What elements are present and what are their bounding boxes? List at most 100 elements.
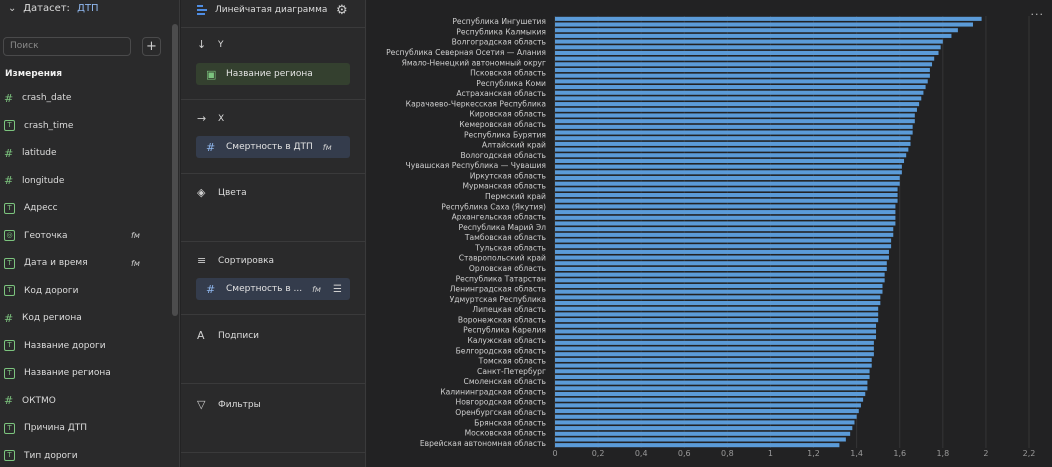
add-field-button[interactable]: + <box>142 37 161 56</box>
bar[interactable] <box>555 278 885 283</box>
bar[interactable] <box>555 306 879 311</box>
field-item[interactable]: T Тип дороги <box>4 447 154 465</box>
bar[interactable] <box>555 431 851 436</box>
bar[interactable] <box>555 28 958 33</box>
field-item[interactable]: # crash_date <box>4 89 154 107</box>
bar[interactable] <box>555 346 874 351</box>
field-item[interactable]: Tcrash_time <box>4 117 154 135</box>
bar[interactable] <box>555 50 939 55</box>
bar[interactable] <box>555 193 898 198</box>
bar[interactable] <box>555 244 892 249</box>
bar[interactable] <box>555 79 928 84</box>
bar[interactable] <box>555 90 924 95</box>
bar[interactable] <box>555 113 915 118</box>
bar[interactable] <box>555 369 870 374</box>
sort-field-chip[interactable]: # Смертность в ... fм ☰ <box>196 278 350 300</box>
bar[interactable] <box>555 380 868 385</box>
bar[interactable] <box>555 437 846 442</box>
bar[interactable] <box>555 426 853 431</box>
field-item[interactable]: ◎ Геоточка fм <box>4 227 154 245</box>
bar[interactable] <box>555 164 902 169</box>
bar[interactable] <box>555 221 896 226</box>
bar[interactable] <box>555 170 902 175</box>
bar[interactable] <box>555 272 885 277</box>
bar[interactable] <box>555 181 900 186</box>
bar[interactable] <box>555 56 935 61</box>
bar[interactable] <box>555 318 879 323</box>
bar[interactable] <box>555 210 896 215</box>
bar[interactable] <box>555 391 866 397</box>
bar[interactable] <box>555 414 857 419</box>
bar[interactable] <box>555 312 879 317</box>
bar[interactable] <box>555 323 877 328</box>
bar[interactable] <box>555 420 855 425</box>
bar[interactable] <box>555 85 926 90</box>
bar[interactable] <box>555 374 870 379</box>
section-colors-label[interactable]: Цвета <box>218 188 247 198</box>
bar[interactable] <box>555 16 982 21</box>
bar[interactable] <box>555 238 892 243</box>
x-field-chip[interactable]: # Смертность в ДТП fм <box>196 136 350 158</box>
dataset-name[interactable]: ДТП <box>77 3 98 14</box>
bar[interactable] <box>555 67 930 73</box>
bar[interactable] <box>555 232 894 237</box>
bar[interactable] <box>555 153 907 158</box>
bar[interactable] <box>555 119 915 124</box>
bar[interactable] <box>555 295 881 300</box>
bar[interactable] <box>555 227 894 232</box>
bar[interactable] <box>555 147 909 152</box>
field-item[interactable]: T Код дороги <box>4 282 154 300</box>
bar[interactable] <box>555 22 973 27</box>
bar[interactable] <box>555 255 889 260</box>
field-item[interactable]: T Название дороги <box>4 337 154 355</box>
bar[interactable] <box>555 175 900 181</box>
bar[interactable] <box>555 335 877 340</box>
bar[interactable] <box>555 397 864 402</box>
bar[interactable] <box>555 443 840 448</box>
bar[interactable] <box>555 102 920 107</box>
bar[interactable] <box>555 386 868 391</box>
bar[interactable] <box>555 130 913 135</box>
bar[interactable] <box>555 249 889 254</box>
bar[interactable] <box>555 301 881 306</box>
field-item[interactable]: # longitude <box>4 172 154 190</box>
field-item[interactable]: # ОКТМО <box>4 392 154 410</box>
bar[interactable] <box>555 215 896 220</box>
bar[interactable] <box>555 73 930 78</box>
section-filters-label[interactable]: Фильтры <box>218 400 261 410</box>
bar[interactable] <box>555 45 941 50</box>
scrollbar[interactable] <box>172 24 178 316</box>
bar[interactable] <box>555 409 859 414</box>
gear-icon[interactable]: ⚙ <box>336 3 348 18</box>
y-field-chip[interactable]: ▣ Название региона <box>196 63 350 85</box>
bar[interactable] <box>555 289 883 294</box>
sort-direction-icon[interactable]: ☰ <box>333 284 342 295</box>
bar[interactable] <box>555 96 922 101</box>
bar[interactable] <box>555 141 911 146</box>
field-item[interactable]: # latitude <box>4 144 154 162</box>
bar[interactable] <box>555 340 874 345</box>
bar[interactable] <box>555 352 874 357</box>
bar[interactable] <box>555 62 933 67</box>
bar[interactable] <box>555 187 898 192</box>
bar[interactable] <box>555 136 911 141</box>
dataset-header[interactable]: ⌄ Датасет: ДТП <box>8 3 99 19</box>
bar[interactable] <box>555 357 872 362</box>
bar[interactable] <box>555 329 877 334</box>
bar[interactable] <box>555 39 943 44</box>
bar[interactable] <box>555 198 898 203</box>
bar[interactable] <box>555 204 896 209</box>
bar[interactable] <box>555 124 913 129</box>
bar[interactable] <box>555 107 917 112</box>
chevron-down-icon[interactable]: ⌄ <box>8 3 20 14</box>
field-item[interactable]: T Дата и время fм <box>4 254 154 272</box>
bar[interactable] <box>555 266 887 271</box>
field-item[interactable]: # Код региона <box>4 309 154 327</box>
bar[interactable] <box>555 283 883 289</box>
visualization-type-selector[interactable]: Линейчатая диаграмма <box>197 4 327 16</box>
field-item[interactable]: T Адресс <box>4 199 154 217</box>
bar[interactable] <box>555 363 872 368</box>
bar[interactable] <box>555 33 952 38</box>
bar[interactable] <box>555 158 905 163</box>
section-labels-label[interactable]: Подписи <box>218 331 259 341</box>
